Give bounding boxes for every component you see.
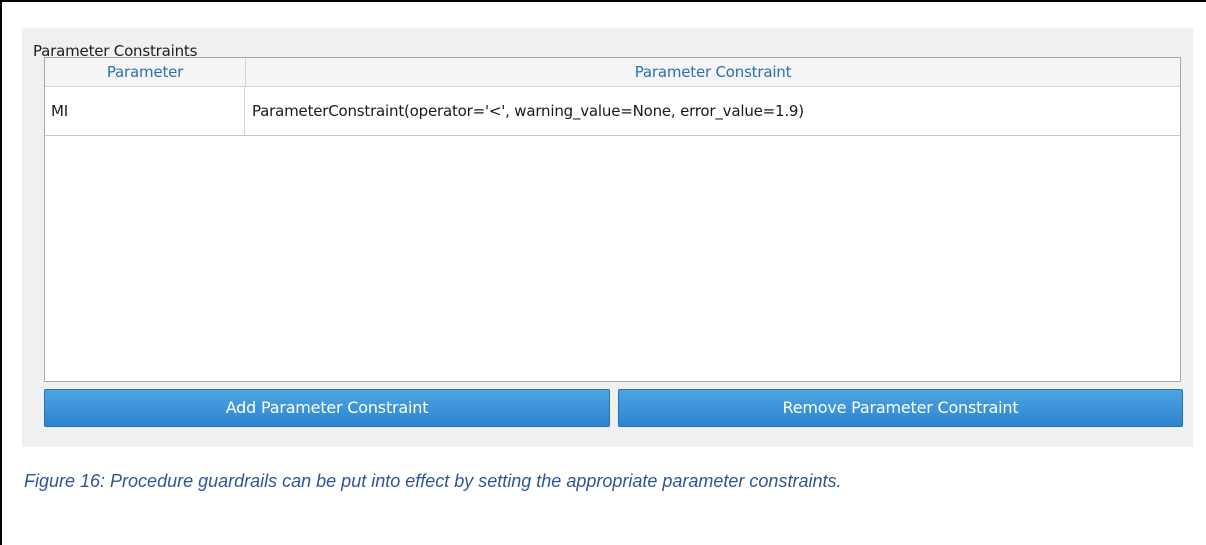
figure-caption: Figure 16: Procedure guardrails can be p…	[24, 471, 842, 491]
add-parameter-constraint-button[interactable]: Add Parameter Constraint	[44, 389, 610, 427]
parameter-constraints-group: Parameter Constraints Parameter Paramete…	[22, 28, 1193, 447]
constraints-table[interactable]: Parameter Parameter Constraint MI Parame…	[44, 57, 1181, 382]
remove-parameter-constraint-button[interactable]: Remove Parameter Constraint	[618, 389, 1183, 427]
column-header-parameter[interactable]: Parameter	[45, 58, 246, 86]
cell-parameter-constraint[interactable]: ParameterConstraint(operator='<', warnin…	[246, 87, 1180, 135]
table-row[interactable]: MI ParameterConstraint(operator='<', war…	[45, 87, 1180, 136]
column-header-parameter-constraint[interactable]: Parameter Constraint	[246, 58, 1180, 86]
table-header: Parameter Parameter Constraint	[45, 58, 1180, 87]
cell-parameter[interactable]: MI	[45, 87, 245, 135]
